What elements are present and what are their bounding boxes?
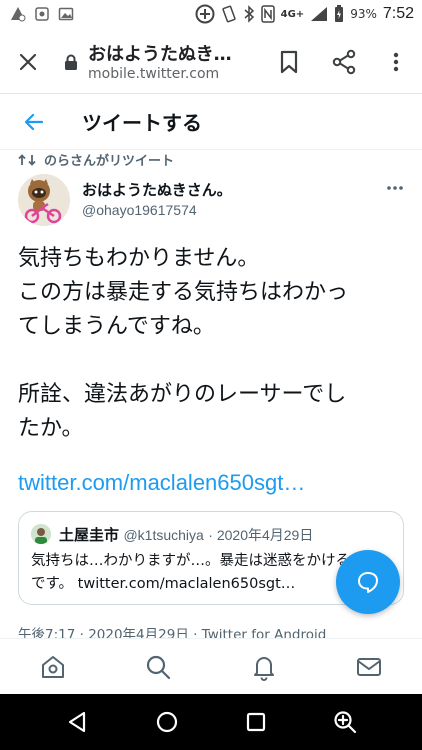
page-title: ツイートする (82, 111, 202, 135)
battery-percent: 93% (350, 7, 377, 21)
bookmark-icon[interactable] (278, 50, 300, 74)
more-vertical-icon[interactable] (386, 50, 406, 74)
quoted-author-handle: @k1tsuchiya (123, 527, 204, 543)
search-icon[interactable] (144, 653, 172, 681)
status-bar: 4G+ 93% 7:52 (0, 0, 422, 30)
reply-icon (358, 572, 378, 593)
signal-icon (311, 7, 328, 21)
settings-icon (35, 7, 49, 21)
system-magnifier-icon[interactable] (333, 710, 357, 734)
quoted-author-name: 土屋圭市 (59, 526, 120, 544)
browser-toolbar: おはようたぬき… mobile.twitter.com (0, 30, 422, 94)
more-horizontal-icon[interactable] (386, 184, 404, 192)
quoted-date: · 2020年4月29日 (208, 527, 314, 543)
home-icon[interactable] (39, 653, 67, 681)
retweet-icon (18, 153, 36, 166)
network-type: 4G+ (280, 8, 305, 20)
system-navigation-bar (0, 694, 422, 750)
tweet-meta: 午後7:17 · 2020年4月29日 · Twitter for Androi… (18, 627, 327, 638)
browser-page-title[interactable]: おはようたぬき… (88, 40, 232, 66)
tanuki-avatar-image (18, 174, 70, 226)
lock-icon (65, 54, 77, 70)
back-arrow-icon[interactable] (22, 110, 46, 134)
bottom-navigation (0, 638, 422, 694)
retweet-label: のらさんがリツイート (44, 154, 175, 169)
bluetooth-icon (244, 5, 254, 23)
image-notification-icon (58, 7, 74, 21)
author-avatar[interactable] (18, 174, 70, 226)
author-name[interactable]: おはようたぬきさん。 (82, 179, 232, 200)
status-system-icons: 4G+ 93% 7:52 (195, 4, 414, 24)
status-notification-icons (10, 6, 74, 22)
app-notification-icon (11, 7, 26, 22)
quoted-header: 土屋圭市 @k1tsuchiya · 2020年4月29日 (59, 524, 313, 545)
messages-icon[interactable] (355, 653, 383, 681)
quoted-author-avatar (31, 524, 51, 544)
system-home-icon[interactable] (155, 710, 179, 734)
tweet-text: 気持ちもわかりません。 この方は暴走する気持ちはわかっ てしまうんですね。 所詮… (18, 246, 349, 441)
vibrate-icon (222, 5, 236, 23)
add-circle-icon (195, 4, 215, 24)
close-icon[interactable] (16, 50, 40, 74)
battery-icon (335, 5, 344, 22)
author-handle[interactable]: @ohayo19617574 (82, 202, 197, 218)
system-recents-icon[interactable] (244, 710, 268, 734)
retweet-context[interactable]: のらさんがリツイート (18, 150, 174, 169)
tweet-link[interactable]: twitter.com/maclalen650sgt… (18, 470, 305, 496)
nfc-icon (260, 5, 275, 23)
reply-fab-button[interactable] (336, 550, 400, 614)
notifications-icon[interactable] (250, 653, 278, 681)
browser-domain[interactable]: mobile.twitter.com (88, 66, 219, 82)
status-time: 7:52 (382, 5, 414, 22)
share-icon[interactable] (332, 49, 356, 75)
page-header: ツイートする (0, 94, 422, 150)
system-back-icon[interactable] (66, 710, 90, 734)
